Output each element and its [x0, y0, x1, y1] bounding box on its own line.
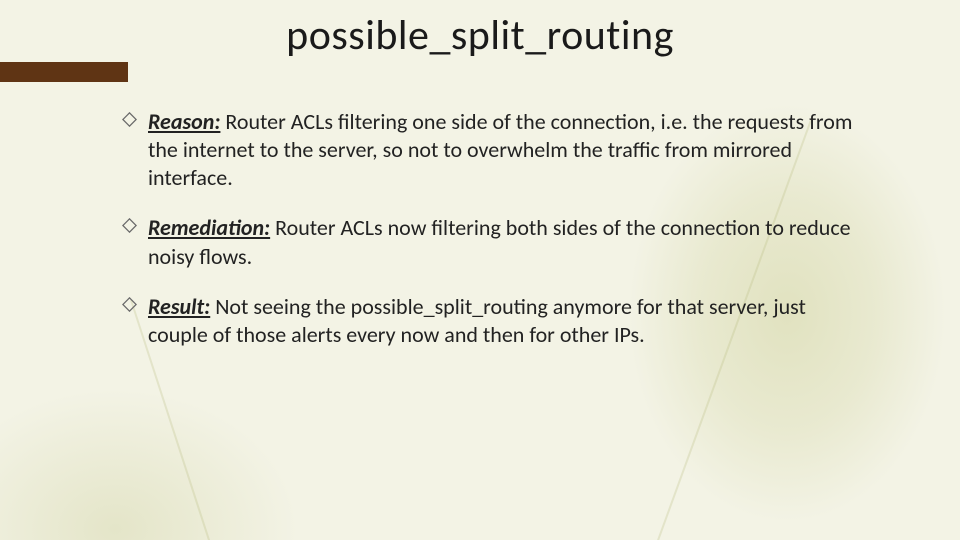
bullet-label: Reason:	[148, 108, 220, 135]
bullet-item: Reason: Router ACLs filtering one side o…	[122, 108, 860, 192]
slide: possible_split_routing Reason: Router AC…	[0, 0, 960, 540]
accent-bar	[0, 62, 128, 82]
diamond-bullet-icon	[122, 218, 137, 233]
slide-title: possible_split_routing	[0, 10, 960, 61]
bullet-item: Result: Not seeing the possible_split_ro…	[122, 293, 860, 349]
diamond-bullet-icon	[122, 112, 137, 127]
bullet-label: Result:	[148, 293, 210, 320]
slide-body: Reason: Router ACLs filtering one side o…	[122, 108, 860, 371]
bullet-text: Not seeing the possible_split_routing an…	[148, 293, 806, 348]
bullet-label: Remediation:	[148, 214, 270, 241]
bullet-text: Router ACLs filtering one side of the co…	[148, 108, 852, 191]
diamond-bullet-icon	[122, 297, 137, 312]
bullet-item: Remediation: Router ACLs now filtering b…	[122, 214, 860, 270]
